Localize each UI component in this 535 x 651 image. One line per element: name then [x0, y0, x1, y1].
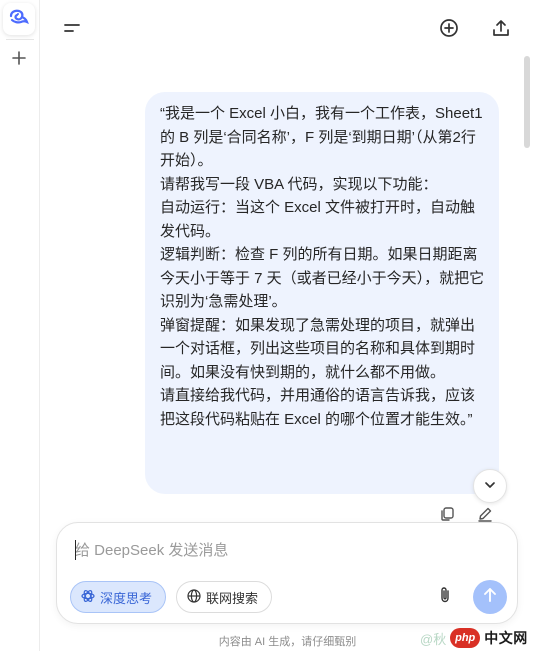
paperclip-icon — [438, 586, 452, 609]
sidebar-logo-button[interactable] — [3, 3, 35, 35]
message-composer: 深度思考 联网搜索 — [56, 522, 518, 624]
chevron-down-icon — [483, 477, 497, 495]
attach-file-button[interactable] — [434, 586, 456, 608]
text-caret — [75, 540, 76, 560]
globe-icon — [187, 588, 201, 606]
plus-icon — [12, 50, 26, 70]
php-cn-watermark: @秋 php 中文网 — [420, 627, 528, 649]
arrow-up-icon — [483, 587, 497, 608]
share-button[interactable] — [487, 16, 515, 44]
deep-think-icon — [81, 589, 95, 606]
message-input[interactable] — [75, 539, 495, 561]
chat-scrollbar[interactable] — [524, 56, 530, 148]
user-message-text: “我是一个 Excel 小白，我有一个工作表，Sheet1 的 B 列是‘合同名… — [160, 105, 485, 428]
send-button[interactable] — [473, 580, 507, 614]
deep-think-toggle[interactable]: 深度思考 — [70, 581, 166, 613]
scroll-to-bottom-button[interactable] — [473, 469, 507, 503]
user-message-bubble: “我是一个 Excel 小白，我有一个工作表，Sheet1 的 B 列是‘合同名… — [145, 92, 499, 494]
rail-divider — [6, 39, 34, 40]
watermark-cn-text: 中文网 — [484, 630, 528, 646]
new-chat-button[interactable] — [435, 16, 463, 44]
watermark-php-logo: php — [450, 628, 481, 648]
menu-icon — [63, 21, 81, 40]
deepseek-whale-icon — [9, 9, 29, 30]
deep-think-label: 深度思考 — [100, 590, 153, 606]
sidebar-rail — [0, 0, 40, 651]
sidebar-new-chat-button[interactable] — [8, 49, 30, 71]
plus-circle-icon — [439, 18, 459, 43]
menu-button[interactable] — [58, 16, 86, 44]
share-icon — [491, 18, 511, 43]
watermark-ghost-text: @秋 — [420, 631, 447, 647]
web-search-toggle[interactable]: 联网搜索 — [176, 581, 272, 613]
web-search-label: 联网搜索 — [206, 590, 259, 606]
